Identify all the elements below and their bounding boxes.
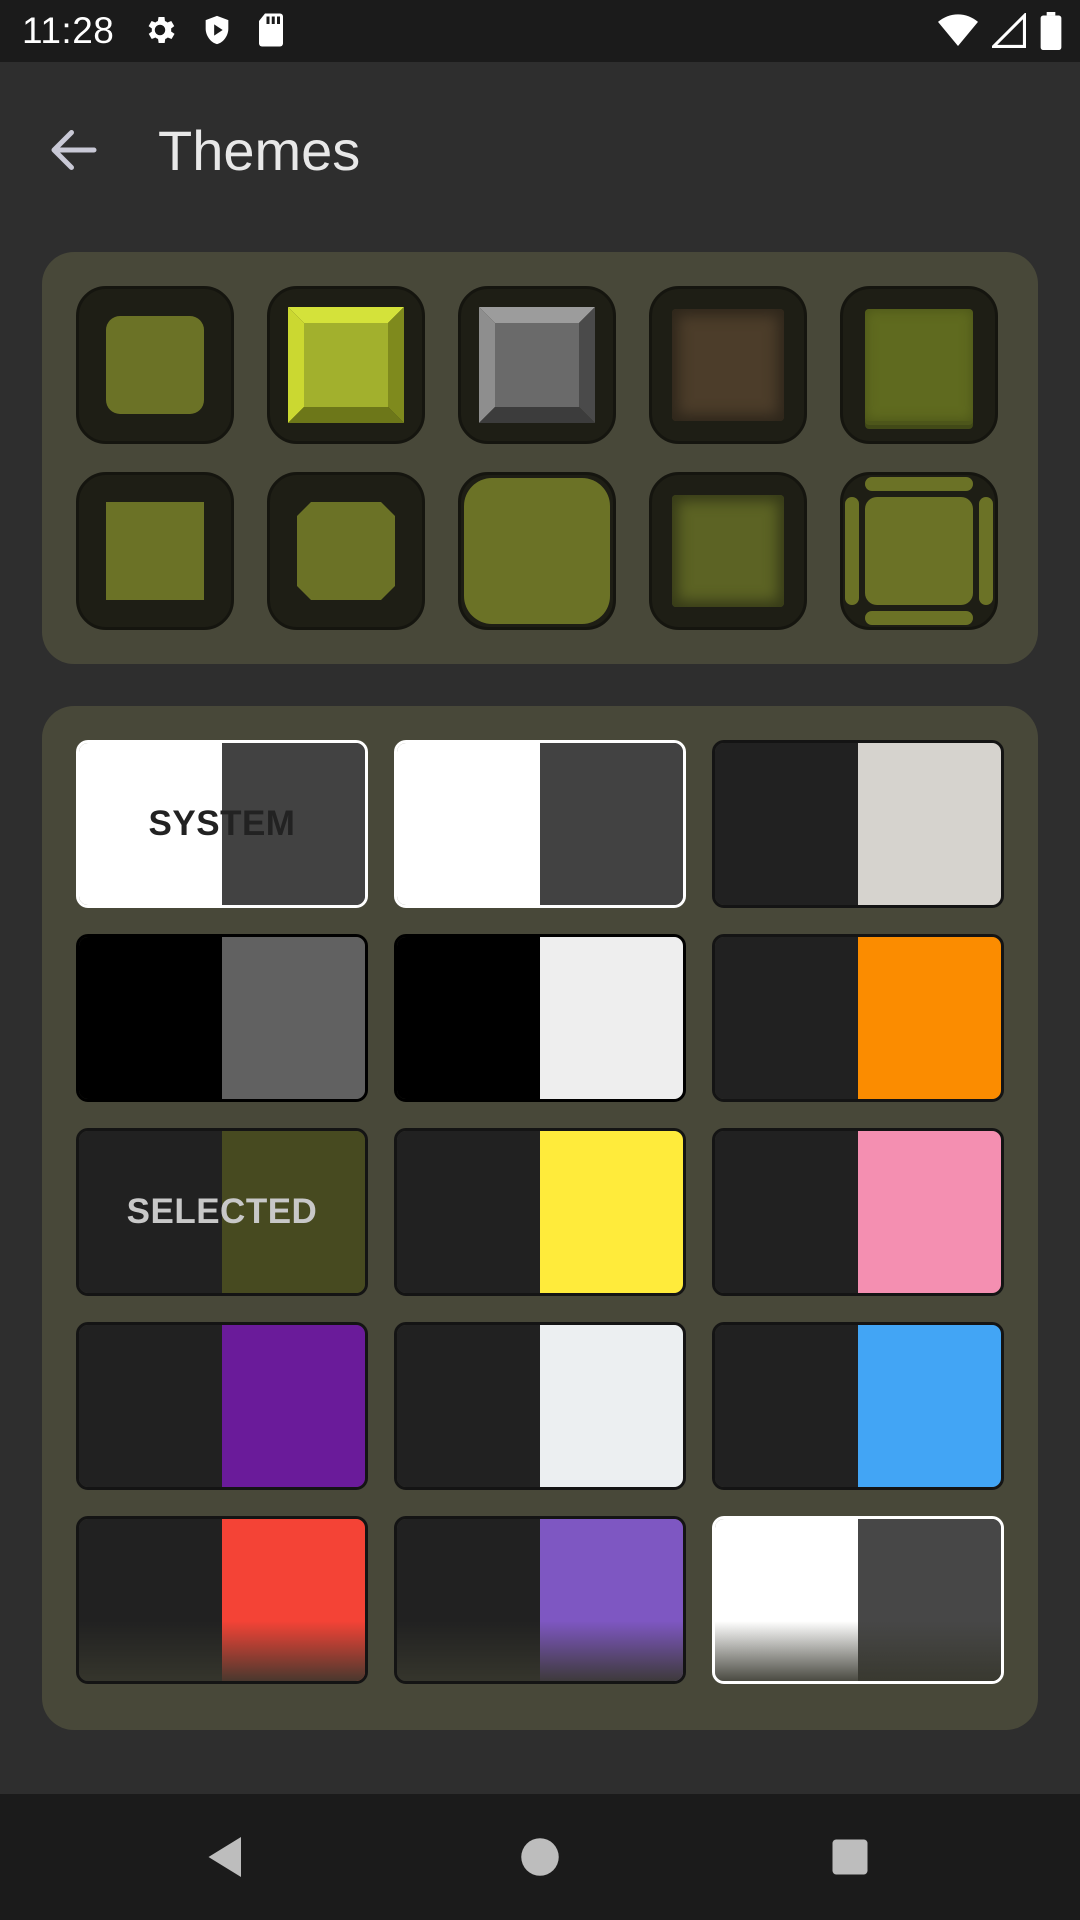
theme-tile[interactable] <box>394 934 686 1102</box>
nav-back-button[interactable] <box>196 1827 256 1887</box>
tile-preview <box>479 307 595 423</box>
theme-label <box>397 1325 683 1487</box>
theme-tile[interactable] <box>76 934 368 1102</box>
theme-label: SYSTEM <box>148 804 296 843</box>
theme-tile[interactable] <box>394 1322 686 1490</box>
gear-icon <box>148 16 175 44</box>
theme-label <box>397 743 683 905</box>
tile-preview <box>672 495 784 607</box>
recents-square-icon <box>832 1839 868 1875</box>
theme-label <box>715 1131 1001 1293</box>
navigation-bar <box>0 1794 1080 1920</box>
theme-tile[interactable] <box>712 1516 1004 1684</box>
page-title: Themes <box>158 119 361 182</box>
shield-icon <box>205 15 229 45</box>
theme-label <box>79 937 365 1099</box>
theme-label <box>715 1325 1001 1487</box>
status-bar: 11:28 <box>0 0 1080 62</box>
nav-recents-button[interactable] <box>820 1827 880 1887</box>
theme-label: SELECTED <box>126 1192 318 1231</box>
arrow-left-icon <box>51 130 97 170</box>
style-tile-large-rounded[interactable] <box>458 472 616 630</box>
tile-preview <box>106 502 204 600</box>
theme-tile[interactable] <box>394 740 686 908</box>
tile-preview <box>464 478 610 624</box>
theme-label <box>397 1131 683 1293</box>
back-button[interactable] <box>44 120 104 180</box>
tile-style-panel <box>42 252 1038 664</box>
theme-tile[interactable] <box>394 1516 686 1684</box>
style-tile-stacked-glow[interactable] <box>840 286 998 444</box>
theme-tile[interactable] <box>76 1516 368 1684</box>
tile-style-grid <box>76 286 1004 630</box>
color-theme-panel: SYSTEM SELECTED <box>42 706 1038 1730</box>
app-bar: Themes <box>0 62 1080 236</box>
theme-tile[interactable] <box>712 1128 1004 1296</box>
wifi-icon <box>938 14 978 47</box>
theme-tile[interactable] <box>394 1128 686 1296</box>
theme-label <box>715 1519 1001 1681</box>
home-circle-icon <box>521 1838 559 1876</box>
tile-preview <box>288 307 404 423</box>
theme-label <box>79 1325 365 1487</box>
style-tile-bevel-bright[interactable] <box>267 286 425 444</box>
tile-preview <box>297 502 395 600</box>
status-icons-right <box>938 12 1062 50</box>
style-tile-framed[interactable] <box>840 472 998 630</box>
back-triangle-icon <box>208 1837 241 1877</box>
theme-tile[interactable] <box>712 934 1004 1102</box>
tile-preview <box>106 316 204 414</box>
style-tile-octagon[interactable] <box>267 472 425 630</box>
theme-label <box>715 743 1001 905</box>
theme-tile[interactable]: SYSTEM <box>76 740 368 908</box>
style-tile-bevel-gray[interactable] <box>458 286 616 444</box>
tile-preview <box>672 309 784 421</box>
status-icons-left <box>142 12 286 48</box>
theme-tile[interactable] <box>712 740 1004 908</box>
style-tile-square-flat[interactable] <box>76 472 234 630</box>
theme-label <box>79 1519 365 1681</box>
theme-tile[interactable] <box>76 1322 368 1490</box>
theme-label <box>715 937 1001 1099</box>
style-tile-grunge-brown[interactable] <box>649 286 807 444</box>
tile-preview <box>865 309 973 421</box>
battery-icon <box>1040 12 1062 50</box>
theme-label <box>397 937 683 1099</box>
theme-tile[interactable] <box>712 1322 1004 1490</box>
theme-label <box>397 1519 683 1681</box>
style-tile-grunge-olive[interactable] <box>649 472 807 630</box>
sd-card-icon <box>259 13 283 47</box>
nav-home-button[interactable] <box>510 1827 570 1887</box>
style-tile-rounded-flat[interactable] <box>76 286 234 444</box>
theme-tile[interactable]: SELECTED <box>76 1128 368 1296</box>
signal-icon <box>992 13 1026 48</box>
status-time: 11:28 <box>22 10 115 51</box>
tile-preview <box>843 475 995 627</box>
